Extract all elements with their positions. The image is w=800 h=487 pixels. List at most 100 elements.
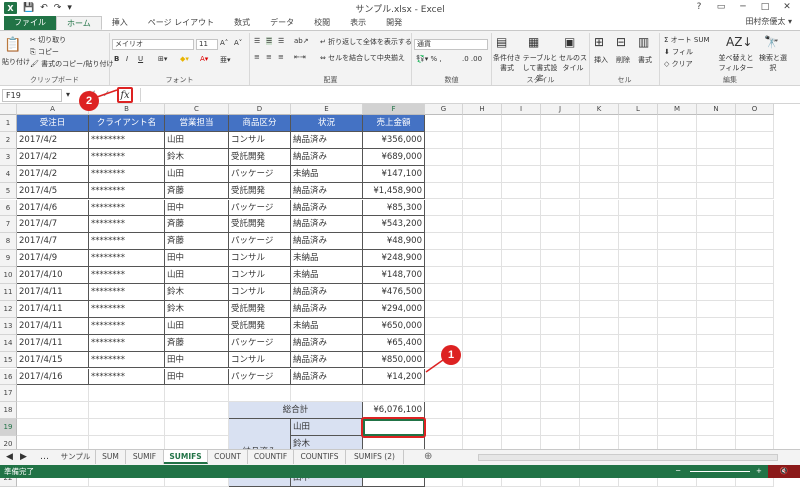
grid-cell[interactable]: [502, 131, 541, 149]
tab-developer[interactable]: 開発: [376, 16, 412, 30]
grid-cell[interactable]: [580, 182, 619, 200]
customize-quick-access-icon[interactable]: ▾: [67, 3, 72, 13]
cell-style-button[interactable]: セルのスタイル: [558, 53, 588, 73]
cell-client[interactable]: ********: [89, 267, 165, 284]
cell-status[interactable]: 未納品: [291, 165, 363, 183]
grid-cell[interactable]: [697, 165, 736, 183]
grid-cell[interactable]: [697, 351, 736, 369]
indent-icon[interactable]: ⇤⇥: [294, 53, 306, 61]
sheet-tab-count[interactable]: COUNT: [208, 450, 248, 464]
grid-cell[interactable]: [658, 402, 697, 420]
format-cell-button[interactable]: 書式: [638, 55, 652, 65]
cell-category[interactable]: 受託開発: [229, 148, 291, 166]
tab-view[interactable]: 表示: [340, 16, 376, 30]
delete-cell-icon[interactable]: ⊟: [616, 35, 626, 49]
cell-status[interactable]: 納品済み: [291, 300, 363, 318]
grid-cell[interactable]: [658, 216, 697, 234]
cell-status[interactable]: 未納品: [291, 267, 363, 284]
cell-date[interactable]: 2017/4/6: [17, 199, 89, 217]
paste-button[interactable]: 貼り付け: [2, 57, 30, 67]
grid-cell[interactable]: [619, 250, 658, 268]
undo-icon[interactable]: ↶: [40, 3, 48, 13]
cell-client[interactable]: ********: [89, 182, 165, 200]
grid-cell[interactable]: [425, 402, 463, 420]
shrink-font-icon[interactable]: A˅: [234, 39, 242, 47]
grid-cell[interactable]: [425, 233, 463, 251]
column-header-i[interactable]: I: [502, 104, 541, 115]
grid-cell[interactable]: [463, 233, 502, 251]
cell-rep[interactable]: 鈴木: [165, 148, 229, 166]
grid-cell[interactable]: [89, 385, 165, 403]
sheet-tab-sum[interactable]: SUM: [96, 450, 126, 464]
copy-button[interactable]: ⎘ コピー: [30, 47, 59, 57]
autosum-button[interactable]: Σ オート SUM: [664, 35, 710, 45]
cell-client[interactable]: ********: [89, 334, 165, 352]
cell-rep[interactable]: 田中: [165, 368, 229, 386]
grid-cell[interactable]: [736, 267, 774, 284]
cell-date[interactable]: 2017/4/7: [17, 233, 89, 251]
cell-client[interactable]: ********: [89, 351, 165, 369]
sheet-tab-sumifs[interactable]: SUMIFS: [164, 450, 208, 464]
tab-data[interactable]: データ: [260, 16, 304, 30]
currency-icon[interactable]: 💱▾ % ,: [416, 55, 442, 63]
grid-cell[interactable]: [89, 419, 165, 437]
sheet-tab-sumif[interactable]: SUMIF: [126, 450, 164, 464]
grid-cell[interactable]: [425, 267, 463, 284]
wrap-text-button[interactable]: ↵ 折り返して全体を表示する: [320, 37, 412, 47]
grid-cell[interactable]: [541, 368, 580, 386]
cell-rep[interactable]: 田中: [165, 351, 229, 369]
grid-cell[interactable]: [580, 368, 619, 386]
italic-button[interactable]: I: [126, 55, 128, 63]
cell-amount[interactable]: ¥65,400: [363, 334, 425, 352]
cell-category[interactable]: パッケージ: [229, 334, 291, 352]
font-size-combo[interactable]: 11: [196, 39, 218, 50]
cell-client[interactable]: ********: [89, 317, 165, 335]
grid-cell[interactable]: [580, 300, 619, 318]
cell-status[interactable]: 納品済み: [291, 351, 363, 369]
grid-cell[interactable]: [697, 267, 736, 284]
grid-cell[interactable]: [658, 165, 697, 183]
sheet-tab-sample[interactable]: サンプル: [56, 450, 96, 464]
header-sales-rep[interactable]: 営業担当: [165, 115, 229, 132]
grid-cell[interactable]: [736, 148, 774, 166]
grid-cell[interactable]: [463, 148, 502, 166]
cell-category[interactable]: コンサル: [229, 351, 291, 369]
cell-amount[interactable]: ¥650,000: [363, 317, 425, 335]
maximize-icon[interactable]: □: [754, 0, 776, 14]
column-header-l[interactable]: L: [619, 104, 658, 115]
grid-cell[interactable]: [541, 385, 580, 403]
grid-cell[interactable]: [425, 250, 463, 268]
cell-rep[interactable]: 田中: [165, 250, 229, 268]
grid-cell[interactable]: [736, 250, 774, 268]
grid-cell[interactable]: [291, 385, 363, 403]
grid-cell[interactable]: [541, 267, 580, 284]
grid-cell[interactable]: [463, 402, 502, 420]
grid-cell[interactable]: [229, 385, 291, 403]
grid-cell[interactable]: [541, 334, 580, 352]
grid-cell[interactable]: [502, 402, 541, 420]
align-right-icon[interactable]: ≡: [278, 53, 284, 61]
conditional-format-icon[interactable]: ▤: [496, 35, 507, 49]
grid-cell[interactable]: [736, 284, 774, 301]
grid-cell[interactable]: [580, 199, 619, 217]
row-header[interactable]: 11: [0, 284, 17, 301]
cell-date[interactable]: 2017/4/2: [17, 165, 89, 183]
grid-cell[interactable]: [736, 115, 774, 132]
grid-cell[interactable]: [697, 284, 736, 301]
row-header[interactable]: 18: [0, 402, 17, 420]
grid-cell[interactable]: [697, 115, 736, 132]
grid-cell[interactable]: [619, 115, 658, 132]
grid-cell[interactable]: [463, 115, 502, 132]
cell-date[interactable]: 2017/4/2: [17, 148, 89, 166]
cell-status[interactable]: 納品済み: [291, 284, 363, 301]
cell-rep[interactable]: 田中: [165, 199, 229, 217]
column-header-n[interactable]: N: [697, 104, 736, 115]
grid-cell[interactable]: [658, 148, 697, 166]
grid-cell[interactable]: [580, 165, 619, 183]
grid-cell[interactable]: [463, 199, 502, 217]
grid-cell[interactable]: [541, 317, 580, 335]
grid-cell[interactable]: [658, 368, 697, 386]
cell-client[interactable]: ********: [89, 284, 165, 301]
close-icon[interactable]: ✕: [776, 0, 798, 14]
cell-category[interactable]: パッケージ: [229, 368, 291, 386]
